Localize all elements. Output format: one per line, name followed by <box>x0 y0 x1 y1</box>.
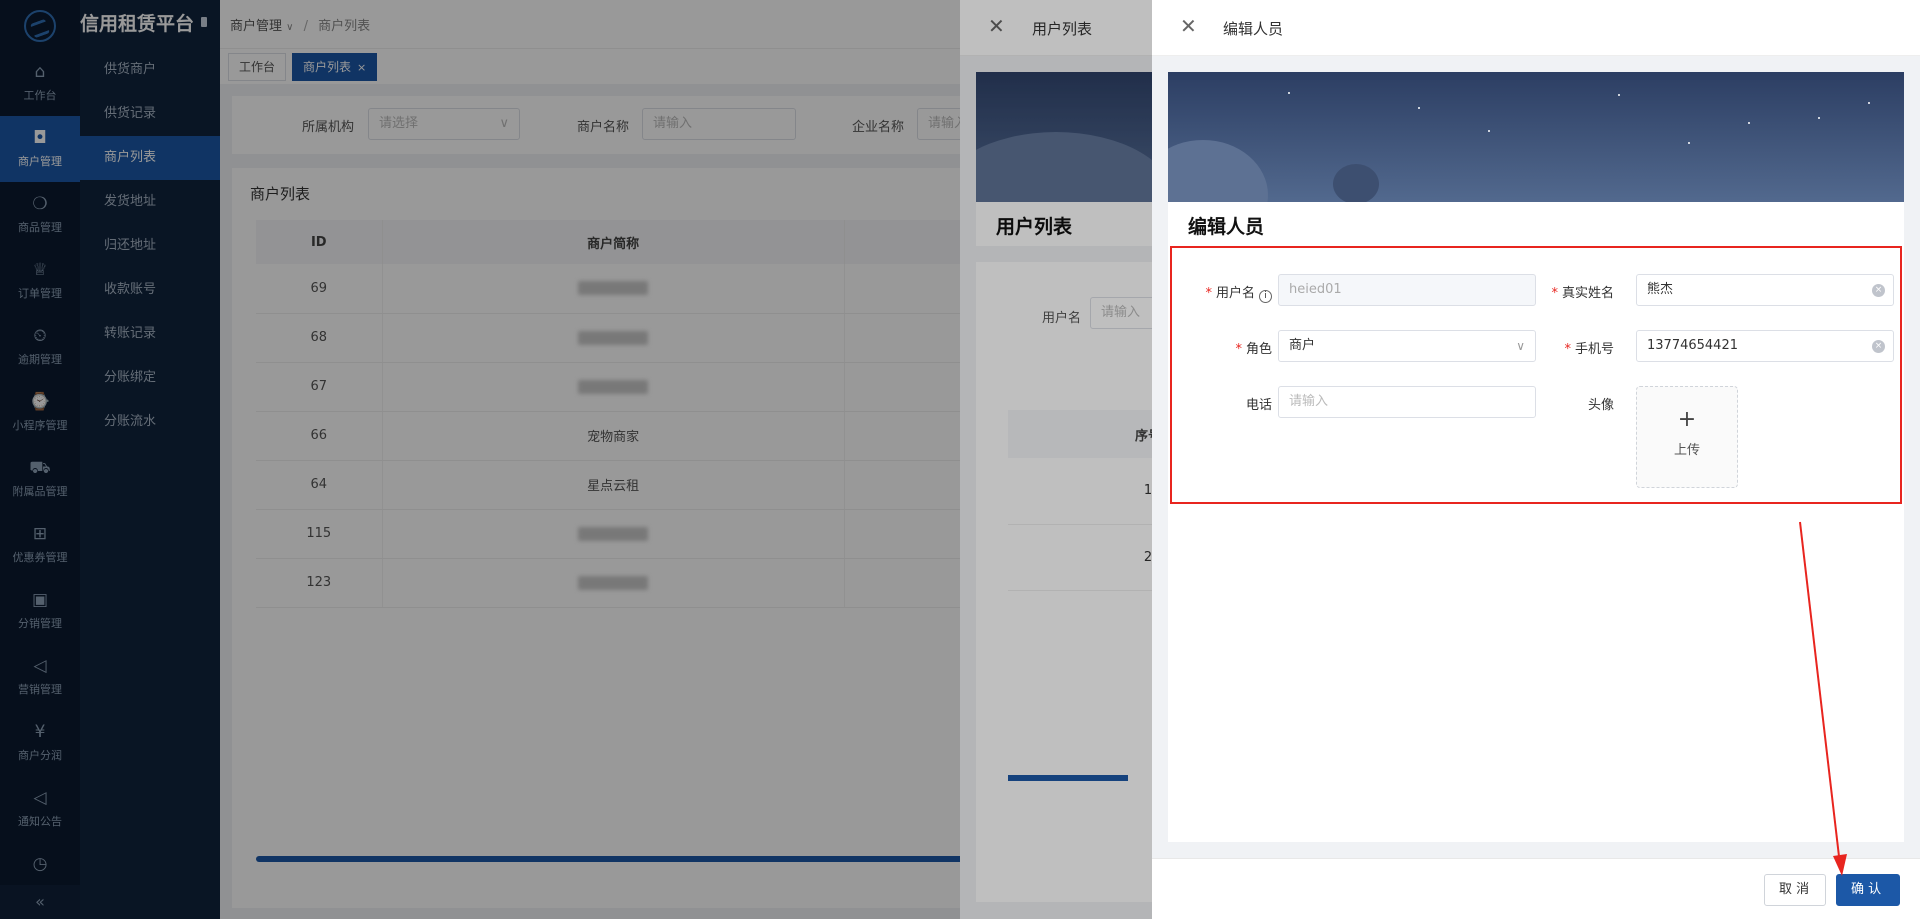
avatar-label: 头像 <box>1510 394 1614 413</box>
realname-label-text: 真实姓名 <box>1561 286 1614 301</box>
realname-label: * 真实姓名 <box>1510 282 1614 301</box>
star <box>1488 130 1490 132</box>
star <box>1868 102 1870 104</box>
mobile-value: 13774654421 <box>1647 338 1738 353</box>
annotation-highlight-box: * 用户名 i heied01 * 真实姓名 熊杰 × * 角色 商户 ∨ * 手机号 137… <box>1170 246 1902 504</box>
mobile-label: * 手机号 <box>1510 338 1614 357</box>
close-icon[interactable]: ✕ <box>1180 14 1197 38</box>
avatar-upload-button[interactable]: + 上传 <box>1636 386 1738 488</box>
star <box>1618 94 1620 96</box>
required-mark: * <box>1551 286 1558 301</box>
rock-shape <box>1333 164 1379 202</box>
username-label-text: 用户名 <box>1215 286 1255 301</box>
username-value: heied01 <box>1289 282 1342 297</box>
drawer-title: 编辑人员 <box>1223 20 1284 38</box>
clear-icon[interactable]: × <box>1872 284 1885 297</box>
star <box>1418 107 1420 109</box>
required-mark: * <box>1205 286 1212 301</box>
role-value: 商户 <box>1289 338 1316 353</box>
required-mark: * <box>1235 342 1242 357</box>
username-label: * 用户名 i <box>1152 282 1272 303</box>
required-mark: * <box>1564 342 1571 357</box>
app-root: ⌂ 工作台 ◘ 商户管理 ❍ 商品管理 ♕ 订单管理 ⏲ 逾期管理 ⌚ 小程序管理 ⛟ 附属品管理 ⊞ 优惠券… <box>0 0 1920 919</box>
role-label-text: 角色 <box>1245 342 1272 357</box>
username-input[interactable]: heied01 <box>1278 274 1536 306</box>
drawer-header: ✕ 编辑人员 <box>1152 0 1920 56</box>
star <box>1818 117 1820 119</box>
upload-label: 上传 <box>1673 443 1700 458</box>
night-banner-image <box>1168 72 1904 202</box>
phone-label: 电话 <box>1152 394 1272 413</box>
role-label: * 角色 <box>1152 338 1272 357</box>
page-title: 编辑人员 <box>1188 216 1265 238</box>
clear-icon[interactable]: × <box>1872 340 1885 353</box>
phone-input[interactable]: 请输入 <box>1278 386 1536 418</box>
realname-input[interactable]: 熊杰 × <box>1636 274 1894 306</box>
hill-shape <box>1168 140 1268 202</box>
phone-placeholder: 请输入 <box>1289 394 1329 409</box>
star <box>1288 92 1290 94</box>
phone-label-text: 电话 <box>1245 398 1272 413</box>
mobile-input[interactable]: 13774654421 × <box>1636 330 1894 362</box>
mobile-label-text: 手机号 <box>1574 342 1614 357</box>
avatar-label-text: 头像 <box>1587 398 1614 413</box>
role-select[interactable]: 商户 ∨ <box>1278 330 1536 362</box>
realname-value: 熊杰 <box>1647 282 1674 297</box>
star <box>1688 142 1690 144</box>
annotation-arrow <box>1799 521 1847 876</box>
info-icon[interactable]: i <box>1259 290 1272 303</box>
star <box>1748 122 1750 124</box>
plus-icon: + <box>1677 407 1697 432</box>
